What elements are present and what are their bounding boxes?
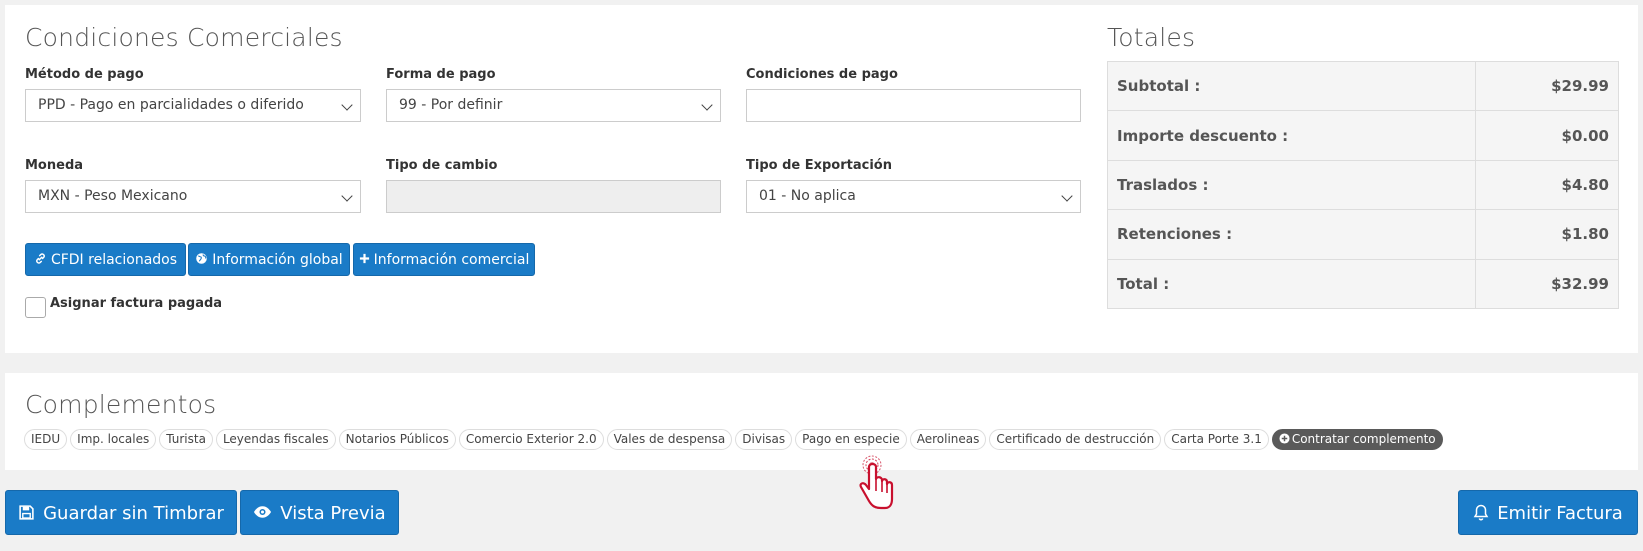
- informacion-comercial-button[interactable]: Información comercial: [353, 243, 535, 276]
- plus-circle-icon: [1279, 433, 1290, 444]
- chip-leyendas-fiscales[interactable]: Leyendas fiscales: [215, 429, 336, 450]
- save-icon: [19, 504, 34, 520]
- moneda-label: Moneda: [25, 158, 84, 173]
- vista-label: Vista Previa: [280, 503, 386, 524]
- eye-icon: [254, 506, 272, 518]
- chevron-down-icon: [341, 99, 353, 111]
- chip-imp-locales[interactable]: Imp. locales: [70, 429, 157, 450]
- emitir-factura-button[interactable]: Emitir Factura: [1458, 490, 1638, 535]
- cfdi-relacionados-button[interactable]: CFDI relacionados: [25, 243, 186, 276]
- chip-carta-porte[interactable]: Carta Porte 3.1: [1164, 429, 1269, 450]
- total-label: Traslados :: [1107, 159, 1476, 211]
- chevron-down-icon: [701, 99, 713, 111]
- exportacion-label: Tipo de Exportación: [746, 158, 892, 173]
- hand-pointer-icon: [859, 455, 894, 510]
- total-value: $29.99: [1475, 60, 1619, 112]
- emitir-label: Emitir Factura: [1497, 503, 1623, 524]
- condiciones-pago-input[interactable]: [746, 89, 1081, 122]
- vista-previa-button[interactable]: Vista Previa: [240, 490, 399, 535]
- chip-notarios-publicos[interactable]: Notarios Públicos: [338, 429, 456, 450]
- total-value: $4.80: [1475, 159, 1619, 211]
- cfdi-label: CFDI relacionados: [50, 252, 178, 268]
- complementos-title: Complementos: [25, 390, 217, 419]
- table-row: Importe descuento : $0.00: [1107, 110, 1619, 161]
- total-value: $0.00: [1475, 110, 1619, 161]
- guardar-sin-timbrar-button[interactable]: Guardar sin Timbrar: [5, 490, 237, 535]
- chip-divisas[interactable]: Divisas: [735, 429, 793, 450]
- metodo-label: Método de pago: [25, 67, 144, 82]
- chevron-down-icon: [341, 190, 353, 202]
- bell-icon: [1473, 504, 1489, 520]
- informacion-global-button[interactable]: Información global: [188, 243, 350, 276]
- tipo-cambio-label: Tipo de cambio: [386, 158, 498, 173]
- total-label: Subtotal :: [1107, 60, 1476, 112]
- forma-value: 99 - Por definir: [399, 97, 503, 113]
- forma-label: Forma de pago: [386, 67, 496, 82]
- total-label: Importe descuento :: [1107, 110, 1476, 161]
- guardar-label: Guardar sin Timbrar: [43, 503, 224, 524]
- chevron-down-icon: [1061, 190, 1073, 202]
- complementos-panel: Complementos IEDU Imp. locales Turista L…: [5, 373, 1638, 470]
- metodo-select[interactable]: PPD - Pago en parcialidades o diferido: [25, 89, 361, 122]
- condiciones-panel: Condiciones Comerciales Método de pago P…: [5, 5, 1638, 353]
- total-value: $32.99: [1475, 258, 1619, 309]
- chip-aerolineas[interactable]: Aerolineas: [909, 429, 987, 450]
- moneda-select[interactable]: MXN - Peso Mexicano: [25, 180, 361, 213]
- contratar-complemento-button[interactable]: Contratar complemento: [1271, 429, 1443, 450]
- metodo-value: PPD - Pago en parcialidades o diferido: [38, 97, 304, 113]
- complementos-list: IEDU Imp. locales Turista Leyendas fisca…: [24, 429, 1443, 450]
- global-label: Información global: [212, 252, 343, 268]
- total-label: Total :: [1107, 258, 1476, 309]
- table-row: Traslados : $4.80: [1107, 159, 1619, 211]
- chip-pago-especie[interactable]: Pago en especie: [795, 429, 907, 450]
- chip-turista[interactable]: Turista: [159, 429, 213, 450]
- total-value: $1.80: [1475, 209, 1619, 260]
- table-row: Total : $32.99: [1107, 258, 1619, 309]
- exportacion-value: 01 - No aplica: [759, 188, 856, 204]
- tipo-cambio-input[interactable]: [386, 180, 721, 213]
- factura-pagada-label: Asignar factura pagada: [50, 296, 223, 311]
- chip-vales-despensa[interactable]: Vales de despensa: [606, 429, 733, 450]
- chip-comercio-exterior[interactable]: Comercio Exterior 2.0: [458, 429, 604, 450]
- table-row: Retenciones : $1.80: [1107, 209, 1619, 260]
- comercial-label: Información comercial: [373, 252, 530, 268]
- table-row: Subtotal : $29.99: [1107, 60, 1619, 112]
- chip-certificado-destruccion[interactable]: Certificado de destrucción: [989, 429, 1162, 450]
- condiciones-title: Condiciones Comerciales: [25, 23, 343, 52]
- globe-icon: [196, 253, 208, 264]
- contratar-label: Contratar complemento: [1291, 432, 1436, 446]
- plus-icon: [359, 253, 369, 264]
- exportacion-select[interactable]: 01 - No aplica: [746, 180, 1081, 213]
- forma-select[interactable]: 99 - Por definir: [386, 89, 721, 122]
- moneda-value: MXN - Peso Mexicano: [38, 188, 188, 204]
- total-label: Retenciones :: [1107, 209, 1476, 260]
- totales-table: Subtotal : $29.99 Importe descuento : $0.0…: [1107, 60, 1619, 309]
- chip-iedu[interactable]: IEDU: [24, 429, 68, 450]
- condiciones-pago-label: Condiciones de pago: [746, 67, 898, 82]
- link-icon: [36, 253, 45, 264]
- factura-pagada-checkbox[interactable]: [25, 297, 46, 318]
- totales-title: Totales: [1107, 23, 1196, 52]
